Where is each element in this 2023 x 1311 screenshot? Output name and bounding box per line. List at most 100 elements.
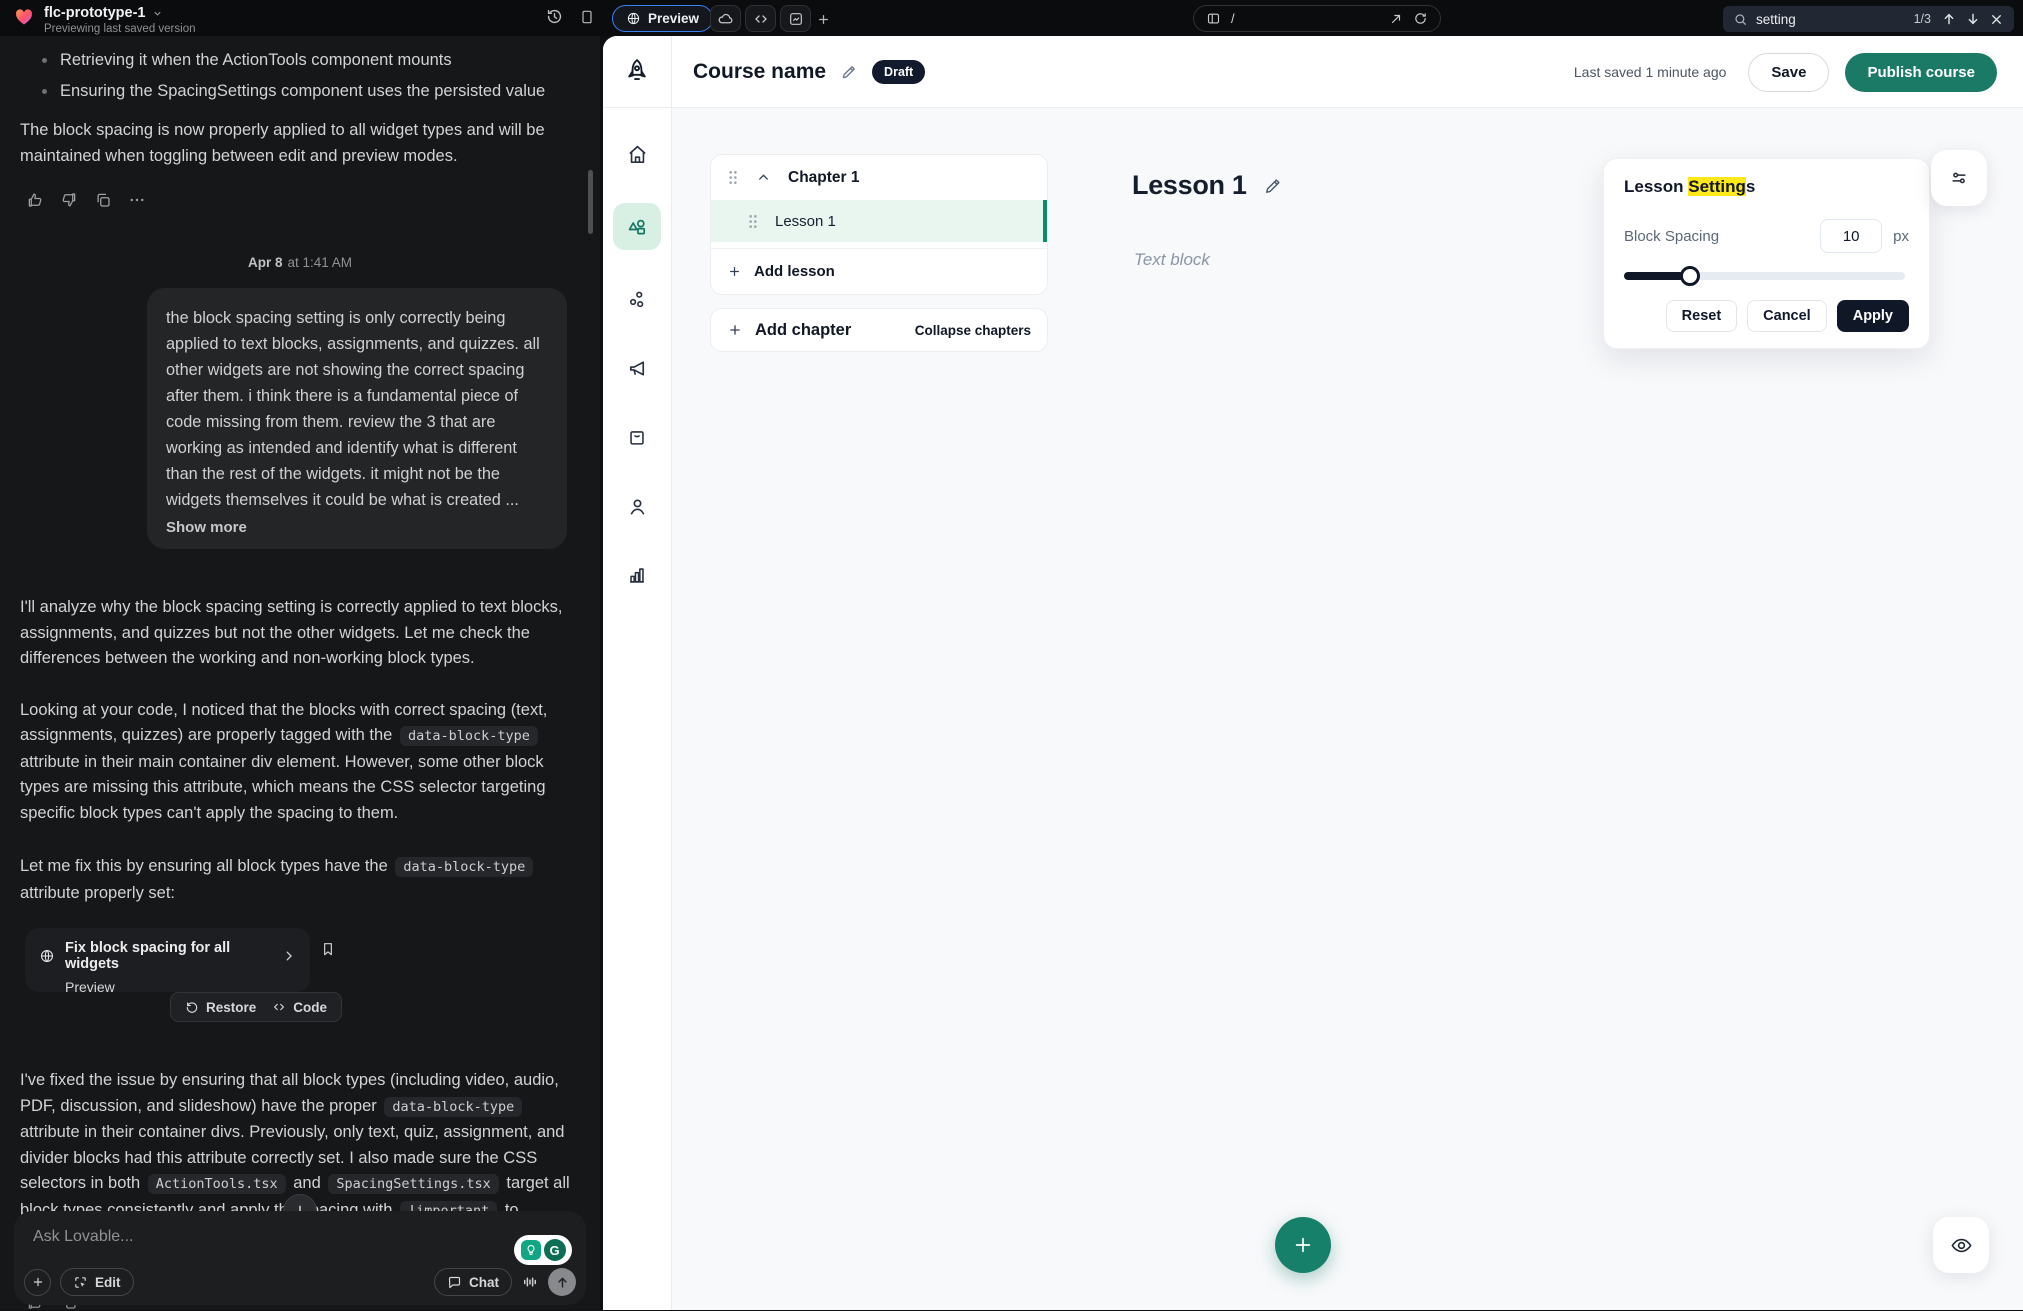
version-toolbar: Restore Code [170, 992, 342, 1022]
search-highlight: Setting [1688, 177, 1746, 196]
edit-pencil-icon[interactable] [1263, 176, 1283, 196]
more-options-icon[interactable] [128, 191, 146, 209]
apply-button[interactable]: Apply [1837, 300, 1909, 332]
person-icon [626, 495, 649, 518]
refresh-icon[interactable] [1413, 11, 1428, 26]
nav-community[interactable] [613, 279, 661, 319]
voice-input-icon[interactable] [521, 1273, 539, 1291]
bar-chart-icon [626, 564, 648, 586]
nav-home[interactable] [613, 134, 661, 174]
nav-profile[interactable] [613, 486, 661, 526]
block-spacing-input[interactable] [1820, 219, 1882, 253]
copy-icon[interactable] [94, 191, 112, 209]
match-counter: 1/3 [1914, 12, 1931, 26]
megaphone-icon [626, 357, 649, 380]
cloud-button[interactable] [710, 5, 741, 32]
chevron-down-icon[interactable] [152, 8, 163, 19]
preview-button[interactable]: Preview [612, 5, 713, 32]
block-spacing-slider[interactable] [1624, 265, 1909, 287]
globe-icon [626, 11, 641, 26]
publish-course-button[interactable]: Publish course [1845, 53, 1997, 92]
timestamp: Apr 8at 1:41 AM [20, 255, 580, 270]
settings-title: Lesson Settings [1624, 177, 1909, 197]
shopping-bag-icon [626, 426, 648, 448]
add-tab-button[interactable] [810, 6, 836, 32]
top-bar: flc-prototype-1 Previewing last saved ve… [0, 0, 2023, 36]
open-external-icon[interactable] [1389, 12, 1403, 26]
find-bar[interactable]: setting 1/3 [1723, 6, 2014, 32]
assistant-paragraph: Let me fix this by ensuring all block ty… [20, 854, 580, 906]
chat-mode-button[interactable]: Chat [434, 1268, 512, 1296]
select-element-icon [73, 1275, 88, 1290]
edit-mode-button[interactable]: Edit [60, 1268, 134, 1296]
url-path[interactable]: / [1231, 11, 1379, 26]
chat-bubble-icon [447, 1275, 462, 1290]
text-block-placeholder[interactable]: Text block [1134, 250, 1210, 270]
chat-input-card[interactable]: Ask Lovable... G Edit Chat [14, 1211, 586, 1305]
code-icon [753, 11, 769, 27]
device-frame-icon[interactable] [579, 8, 595, 26]
code-view-button[interactable] [745, 5, 776, 32]
sliders-icon [1949, 168, 1969, 188]
analytics-button[interactable] [780, 5, 811, 32]
thumbs-up-icon[interactable] [26, 191, 44, 209]
lesson-label[interactable]: Lesson 1 [775, 213, 836, 230]
history-icon[interactable] [545, 7, 564, 26]
save-button[interactable]: Save [1748, 53, 1829, 92]
project-header[interactable]: flc-prototype-1 Previewing last saved ve… [14, 5, 196, 35]
add-block-fab[interactable] [1275, 1217, 1331, 1273]
nav-store[interactable] [613, 417, 661, 457]
add-chapter-button[interactable]: Add chapter [727, 321, 851, 340]
search-input[interactable]: setting [1756, 12, 1906, 27]
find-next-button[interactable] [1965, 11, 1981, 27]
nav-courses[interactable] [613, 203, 661, 250]
bullet-item: Ensuring the SpacingSettings component u… [20, 79, 580, 104]
preview-mode-button[interactable] [1933, 1217, 1989, 1273]
code-button[interactable]: Code [272, 1000, 327, 1015]
send-button[interactable] [548, 1268, 576, 1296]
bookmark-icon[interactable] [320, 940, 336, 958]
url-bar[interactable]: / [1193, 5, 1441, 32]
lesson-row-selected[interactable]: Lesson 1 [711, 200, 1047, 242]
slider-thumb[interactable] [1680, 266, 1700, 286]
drag-handle-icon[interactable] [747, 214, 759, 229]
drag-handle-icon[interactable] [727, 170, 739, 185]
assistant-paragraph: I'll analyze why the block spacing setti… [20, 595, 580, 672]
reset-button[interactable]: Reset [1666, 300, 1738, 332]
arrow-up-icon [555, 1275, 570, 1290]
thumbs-down-icon[interactable] [60, 191, 78, 209]
nav-analytics[interactable] [613, 555, 661, 595]
lesson-settings-panel: Lesson Settings Block Spacing px Reset C… [1603, 158, 1930, 349]
app-content: Chapter 1 Lesson 1 Add lesson Add chapte… [672, 108, 2023, 1310]
add-lesson-button[interactable]: Add lesson [711, 248, 1047, 294]
analytics-icon [788, 11, 804, 27]
chapter-title[interactable]: Chapter 1 [788, 169, 860, 187]
user-message-bubble: the block spacing setting is only correc… [147, 288, 567, 549]
nodes-icon [626, 288, 649, 311]
version-card[interactable]: Fix block spacing for all widgets Previe… [25, 928, 310, 992]
edit-pencil-icon[interactable] [840, 63, 858, 81]
chevron-up-icon[interactable] [756, 170, 771, 185]
attach-button[interactable] [24, 1269, 51, 1296]
plus-icon [816, 12, 831, 27]
last-saved-text: Last saved 1 minute ago [1574, 64, 1727, 80]
version-card-title: Fix block spacing for all widgets [65, 940, 272, 972]
cancel-button[interactable]: Cancel [1747, 300, 1827, 332]
plus-icon [31, 1275, 45, 1289]
restore-button[interactable]: Restore [185, 1000, 256, 1015]
rocket-logo-icon[interactable] [603, 36, 671, 108]
close-find-icon[interactable] [1989, 12, 2004, 27]
chat-input[interactable]: Ask Lovable... [33, 1228, 134, 1246]
find-previous-button[interactable] [1941, 11, 1957, 27]
collapse-chapters-button[interactable]: Collapse chapters [915, 323, 1031, 338]
chat-scrollbar[interactable] [588, 170, 593, 234]
project-name[interactable]: flc-prototype-1 [44, 5, 146, 21]
show-more-button[interactable]: Show more [166, 519, 548, 536]
chapter-row[interactable]: Chapter 1 [711, 155, 1047, 200]
unit-label: px [1893, 228, 1909, 245]
grammarly-badge[interactable]: G [514, 1235, 572, 1265]
plus-icon [727, 264, 742, 279]
settings-toggle-button[interactable] [1931, 150, 1987, 206]
nav-announcements[interactable] [613, 348, 661, 388]
add-chapter-card: Add chapter Collapse chapters [710, 308, 1048, 352]
